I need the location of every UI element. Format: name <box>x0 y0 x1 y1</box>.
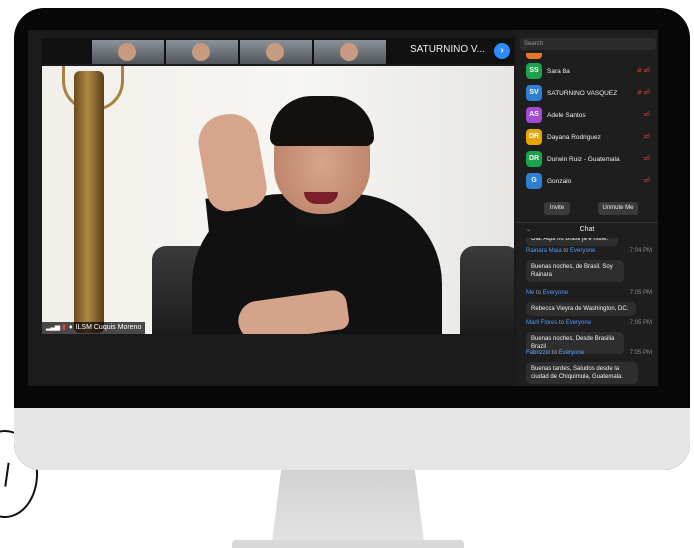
video-gutter <box>42 334 514 386</box>
chat-bubble: Buenas tardes, Saludos desde la ciudad d… <box>526 362 638 384</box>
chat-recipient: Everyone <box>542 290 569 296</box>
chevron-down-icon[interactable]: ⌄ <box>526 226 531 233</box>
brass-lamp-stand <box>74 71 104 333</box>
participant-thumbnail-strip: SATURNINO V... › <box>42 38 514 64</box>
monitor-stand <box>272 470 424 542</box>
chat-recipient: Everyone <box>570 248 596 254</box>
chat-message-meta: Marli Flores to Everyone 7:05 PM <box>526 320 656 326</box>
avatar: SV <box>526 85 542 101</box>
mic-muted-icon: ▮ <box>62 324 67 331</box>
chat-header: ⌄ Chat <box>516 226 658 238</box>
chat-connector: to <box>559 320 565 326</box>
video-off-icon: ▭̸ <box>643 133 650 140</box>
participant-row-partial[interactable] <box>516 52 658 60</box>
side-panel: Search SS Sara 8a ⌀ ▭̸ SV SATURNINO VASQUEZ ⌀… <box>516 30 658 386</box>
chat-sender: Marli Flores <box>526 320 558 326</box>
participants-actions: Invite Unmute Me <box>516 202 658 218</box>
zoom-meeting-window: SATURNINO V... › ▂▃▅ ▮ ♦ ILSM Cuquis Mor… <box>28 30 658 386</box>
chat-timestamp: 7:05 PM <box>629 350 652 356</box>
participant-row[interactable]: AS Adele Santos ▭̸ <box>516 104 658 126</box>
participant-name: Adele Santos <box>547 111 586 119</box>
video-off-icon: ▭̸ <box>643 177 650 184</box>
chat-bubble-partial: Olá. Aqui no Brasil já é noite. <box>526 238 618 246</box>
chat-connector: to <box>552 350 558 356</box>
status-icons: ⌀ ▭̸ <box>637 66 650 74</box>
video-off-icon: ▭̸ <box>643 89 650 96</box>
panel-divider <box>516 222 658 223</box>
status-icons: ⌀ ▭̸ <box>637 88 650 96</box>
participant-thumbnail[interactable] <box>240 40 312 64</box>
speaker-name-label: ▂▃▅ ▮ ♦ ILSM Cuquis Moreno <box>42 322 146 334</box>
chat-bubble: Buenas noches, de Brasil. Soy Rainara <box>526 260 624 282</box>
status-icons: ▭̸ <box>643 132 650 140</box>
avatar: DR <box>526 129 542 145</box>
avatar: G <box>526 173 542 189</box>
participant-name: Dayana Rodriguez <box>547 133 601 141</box>
avatar: AS <box>526 107 542 123</box>
unmute-me-button[interactable]: Unmute Me <box>598 202 638 215</box>
next-page-button[interactable]: › <box>494 43 510 59</box>
status-icons: ▭̸ <box>643 154 650 162</box>
status-icons: ▭̸ <box>643 176 650 184</box>
main-video: ▂▃▅ ▮ ♦ ILSM Cuquis Moreno <box>42 66 514 334</box>
chair-right <box>460 246 514 334</box>
chat-recipient: Everyone <box>558 350 585 356</box>
participant-row[interactable]: SV SATURNINO VASQUEZ ⌀ ▭̸ <box>516 82 658 104</box>
avatar <box>526 53 542 59</box>
chat-message-meta: Fabrizzio to Everyone 7:05 PM <box>526 350 656 356</box>
participant-row[interactable]: SS Sara 8a ⌀ ▭̸ <box>516 60 658 82</box>
participant-search-input[interactable]: Search <box>520 38 656 50</box>
video-off-icon: ▭̸ <box>643 111 650 118</box>
chat-bubble: Rebecca Vieyra de Washington, DC. <box>526 302 636 316</box>
chat-messages: Olá. Aqui no Brasil já é noite. Rainara … <box>516 238 658 386</box>
invite-button[interactable]: Invite <box>544 202 570 215</box>
chat-connector: to <box>536 290 542 296</box>
chat-sender: Me <box>526 290 535 296</box>
participant-row[interactable]: G Gonzalo ▭̸ <box>516 170 658 192</box>
participant-thumbnail[interactable] <box>166 40 238 64</box>
participant-thumbnail[interactable] <box>314 40 386 64</box>
thumbnail-name: SATURNINO V... <box>410 44 486 55</box>
chat-sender: Rainara Maia <box>526 248 562 254</box>
signal-icon: ▂▃▅ <box>46 324 60 331</box>
video-off-icon: ▭̸ <box>643 155 650 162</box>
participants-list: SS Sara 8a ⌀ ▭̸ SV SATURNINO VASQUEZ ⌀ ▭̸ AS Ad… <box>516 52 658 192</box>
avatar: SS <box>526 63 542 79</box>
chat-recipient: Everyone <box>565 320 592 326</box>
participant-row[interactable]: DR Durwin Ruiz - Guatemala ▭̸ <box>516 148 658 170</box>
chat-sender: Fabrizzio <box>526 350 551 356</box>
chat-connector: to <box>563 248 569 254</box>
participant-name: Gonzalo <box>547 177 572 185</box>
chat-timestamp: 7:04 PM <box>629 248 652 254</box>
speaker-hair <box>270 96 374 146</box>
monitor-stand-base <box>232 540 464 548</box>
mic-icon: ♦ <box>69 324 73 331</box>
chat-title: Chat <box>579 226 595 233</box>
video-off-icon: ▭̸ <box>643 67 650 74</box>
participant-name: SATURNINO VASQUEZ <box>547 89 618 97</box>
avatar: DR <box>526 151 542 167</box>
speaker-name: ILSM Cuquis Moreno <box>75 324 142 331</box>
chat-message-meta: Me to Everyone 7:05 PM <box>526 290 656 296</box>
chat-timestamp: 7:05 PM <box>629 320 652 326</box>
participant-row[interactable]: DR Dayana Rodriguez ▭̸ <box>516 126 658 148</box>
chat-message-meta: Rainara Maia to Everyone 7:04 PM <box>526 248 656 254</box>
participant-name: Durwin Ruiz - Guatemala <box>547 155 620 163</box>
participant-thumbnail[interactable] <box>92 40 164 64</box>
participant-name: Sara 8a <box>547 67 570 75</box>
status-icons: ▭̸ <box>643 110 650 118</box>
monitor-chin <box>14 408 690 470</box>
chat-timestamp: 7:05 PM <box>629 290 652 296</box>
